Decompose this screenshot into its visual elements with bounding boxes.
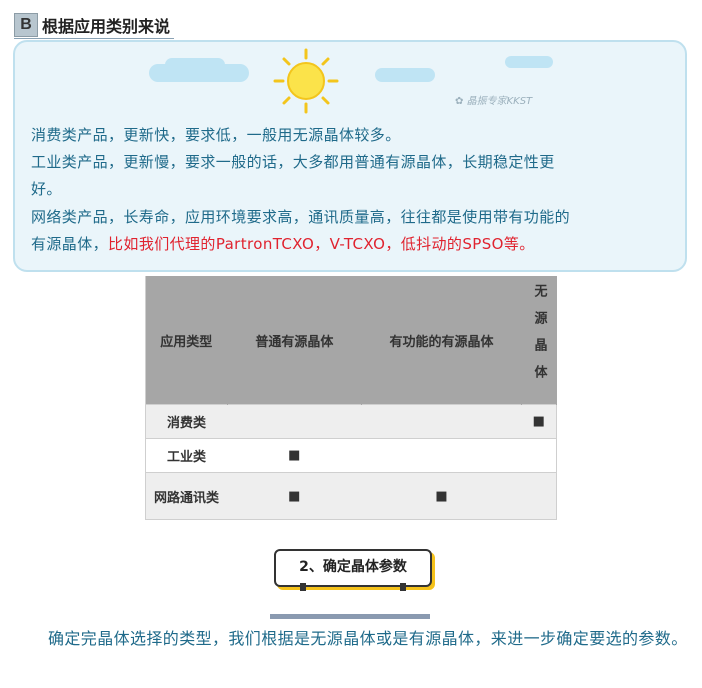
table-cell bbox=[227, 404, 362, 439]
table-header-row: 应用类型 普通有源晶体 有功能的有源晶体 无源晶体 bbox=[145, 276, 557, 405]
row-type: 工业类 bbox=[145, 438, 228, 473]
table-row: 工业类 ■ bbox=[145, 438, 557, 473]
info-card: ✿ 晶振专家KKST 消费类产品，更新快，要求低，一般用无源晶体较多。 工业类产… bbox=[13, 40, 687, 272]
cloud-left-top-icon bbox=[165, 58, 225, 72]
table-row: 网路通讯类 ■ ■ bbox=[145, 472, 557, 520]
badge-foot-left bbox=[300, 583, 306, 591]
table-row: 消费类 ■ bbox=[145, 404, 557, 439]
table-cell bbox=[361, 438, 522, 473]
table-cell bbox=[521, 472, 557, 520]
section-title: 根据应用类别来说 bbox=[42, 17, 171, 36]
table-cell: ■ bbox=[227, 438, 362, 473]
step-badge: 2、确定晶体参数 bbox=[274, 549, 432, 587]
row-type: 网路通讯类 bbox=[145, 472, 228, 520]
table-cell: ■ bbox=[227, 472, 362, 520]
card-line-3: 好。 bbox=[31, 180, 62, 198]
row-type: 消费类 bbox=[145, 404, 228, 439]
card-line-4: 网络类产品，长寿命，应用环境要求高，通讯质量高，往往都是使用带有功能的 bbox=[31, 208, 571, 226]
header-normal: 普通有源晶体 bbox=[227, 276, 363, 405]
card-line-5: 有源晶体，比如我们代理的PartronTCXO，V-TCXO，低抖动的SPSO等… bbox=[31, 235, 535, 253]
table-cell: ■ bbox=[521, 404, 557, 439]
table-cell bbox=[361, 404, 522, 439]
wechat-icon: ✿ bbox=[455, 96, 464, 107]
body-paragraph: 确定完晶体选择的类型，我们根据是无源晶体或是有源晶体，来进一步确定要选的参数。 bbox=[48, 629, 688, 648]
watermark: ✿ 晶振专家KKST bbox=[455, 96, 533, 107]
header-function: 有功能的有源晶体 bbox=[361, 276, 523, 405]
divider-bar bbox=[270, 614, 430, 619]
table-cell bbox=[521, 438, 557, 473]
table-cell: ■ bbox=[361, 472, 522, 520]
highlight-text: 比如我们代理的PartronTCXO，V-TCXO，低抖动的SPSO等。 bbox=[108, 235, 535, 253]
header-passive: 无源晶体 bbox=[521, 276, 557, 405]
sun-icon bbox=[273, 48, 339, 114]
card-line-1: 消费类产品，更新快，要求低，一般用无源晶体较多。 bbox=[31, 126, 401, 144]
cloud-right-icon bbox=[505, 56, 553, 68]
section-header: B 根据应用类别来说 bbox=[14, 12, 175, 39]
card-line-2: 工业类产品，更新慢，要求一般的话，大多都用普通有源晶体，长期稳定性更 bbox=[31, 153, 555, 171]
cloud-mid-icon bbox=[375, 68, 435, 82]
crystal-type-table: 应用类型 普通有源晶体 有功能的有源晶体 无源晶体 消费类 ■ 工业类 ■ 网路… bbox=[145, 276, 557, 520]
badge-foot-right bbox=[400, 583, 406, 591]
header-type: 应用类型 bbox=[145, 276, 228, 405]
section-letter-badge: B bbox=[14, 13, 38, 37]
